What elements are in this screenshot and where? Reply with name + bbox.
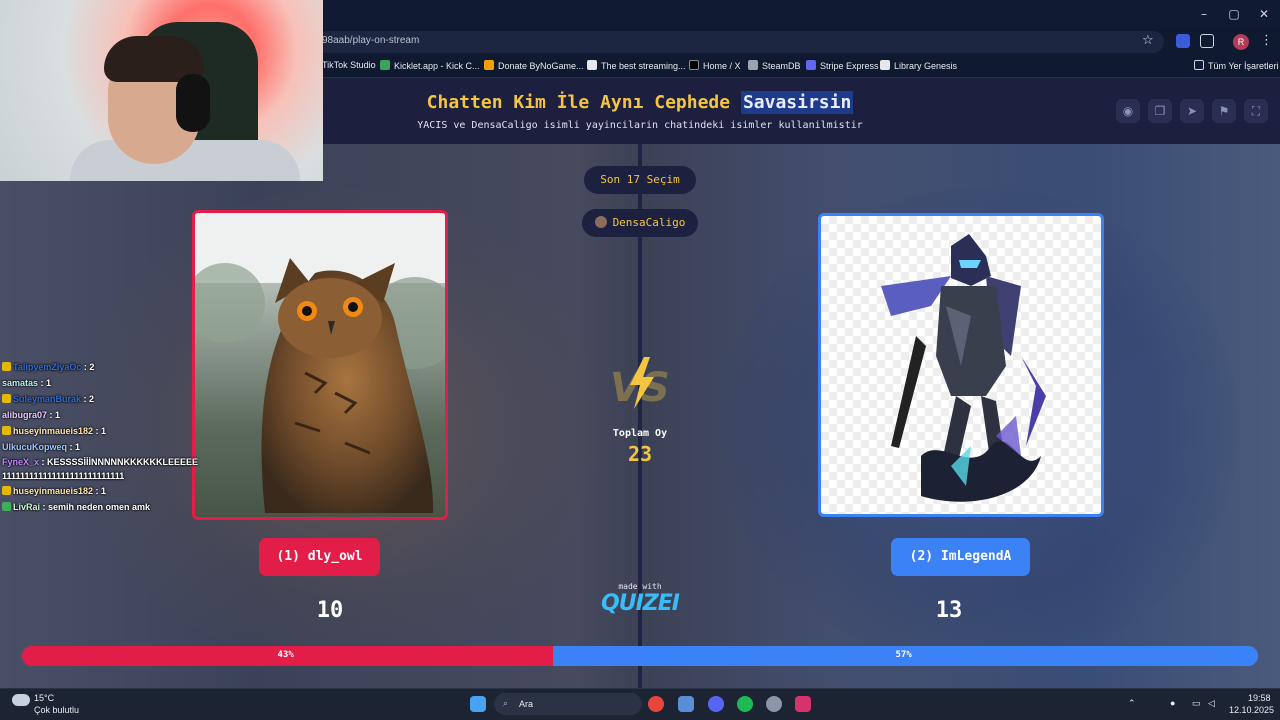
bookmark-item[interactable]: Stripe Express bbox=[806, 60, 879, 71]
owl-image bbox=[195, 213, 445, 513]
option-1-score: 10 bbox=[316, 598, 344, 623]
chat-message: FyneX_x : KESSSSİİİNNNNNKKKKKKLEEEEE 111… bbox=[2, 457, 199, 481]
bookmark-item[interactable]: Home / X bbox=[689, 60, 741, 71]
all-bookmarks[interactable]: Tüm Yer İşaretleri bbox=[1194, 60, 1279, 71]
made-with-label: made with bbox=[618, 582, 662, 591]
url-text: 98aab/play-on-stream bbox=[322, 35, 420, 46]
windows-start-icon[interactable] bbox=[470, 696, 486, 712]
chat-message: huseyinmaueis182 : 1 bbox=[2, 423, 202, 439]
sub-badge-icon bbox=[2, 486, 11, 495]
stripe-icon bbox=[806, 60, 816, 70]
bookmark-item[interactable]: The best streaming... bbox=[587, 60, 686, 71]
steamdb-icon bbox=[748, 60, 758, 70]
chat-message: alibugra07 : 1 bbox=[2, 410, 61, 420]
chat-message: SuleymanBurak : 2 bbox=[2, 391, 202, 407]
agent-image bbox=[881, 234, 1046, 502]
microphone-icon[interactable]: ● bbox=[1170, 698, 1175, 708]
instagram-icon[interactable] bbox=[795, 696, 811, 712]
option-2-score: 13 bbox=[935, 598, 963, 623]
option-1-card[interactable] bbox=[192, 210, 448, 520]
bookmark-item[interactable]: TikTok Studio bbox=[322, 60, 376, 70]
option-2-button[interactable]: (2) ImLegendA bbox=[891, 538, 1030, 576]
webcam-overlay bbox=[0, 0, 323, 181]
translate-icon[interactable] bbox=[1176, 34, 1190, 48]
title-highlight: Savasirsin bbox=[740, 91, 854, 114]
menu-kebab-icon[interactable]: ⋮ bbox=[1260, 33, 1273, 48]
fullscreen-icon[interactable]: ⛶ bbox=[1244, 99, 1268, 123]
option-2-card[interactable] bbox=[818, 213, 1104, 517]
total-votes-value: 23 bbox=[627, 442, 653, 466]
network-icon[interactable]: ▭ bbox=[1192, 698, 1201, 709]
address-bar[interactable] bbox=[314, 31, 1164, 53]
flag-icon[interactable]: ⚑ bbox=[1212, 99, 1236, 123]
chat-message: LivRai : semih neden omen amk bbox=[2, 499, 202, 515]
library-icon bbox=[880, 60, 890, 70]
sub-badge-icon bbox=[2, 394, 11, 403]
clock-time: 19:58 bbox=[1248, 693, 1271, 703]
chat-message: UlkucuKopweq : 1 bbox=[2, 442, 81, 452]
vote-progress-bar: 43% 57% bbox=[22, 646, 1258, 666]
volume-icon[interactable]: ◁ bbox=[1208, 698, 1215, 709]
weather-desc: Çok bulutlu bbox=[34, 705, 80, 715]
folder-icon bbox=[1194, 60, 1204, 70]
profile-avatar[interactable]: R bbox=[1233, 34, 1249, 50]
close-icon[interactable]: ✕ bbox=[1250, 4, 1278, 24]
tray-chevron-icon[interactable]: ⌃ bbox=[1128, 698, 1136, 709]
sub-badge-icon bbox=[2, 502, 11, 511]
chat-message: TalipyemZiyaOc : 2 bbox=[2, 359, 202, 375]
chat-message: samatas : 1 bbox=[2, 378, 52, 388]
clock-date: 12.10.2025 bbox=[1229, 705, 1275, 715]
weather-temp: 15°C bbox=[34, 693, 55, 703]
minimize-icon[interactable]: – bbox=[1190, 4, 1218, 24]
donate-icon bbox=[484, 60, 494, 70]
extensions-icon[interactable] bbox=[1200, 34, 1214, 48]
quizei-logo[interactable]: QUIZEI bbox=[580, 591, 700, 616]
search-icon: ⌕ bbox=[503, 698, 509, 708]
streamer-pill: DensaCaligo bbox=[582, 209, 698, 237]
total-votes-label: Toplam Oy bbox=[612, 428, 668, 439]
option-1-button[interactable]: (1) dly_owl bbox=[259, 538, 380, 576]
last-votes-pill: Son 17 Seçim bbox=[584, 166, 696, 194]
option-1-percent: 43% bbox=[277, 650, 294, 660]
eye-icon[interactable]: ◉ bbox=[1116, 99, 1140, 123]
bookmark-item[interactable]: Kicklet.app - Kick C... bbox=[380, 60, 480, 71]
bookmark-star-icon[interactable]: ☆ bbox=[1142, 33, 1154, 48]
search-placeholder: Ara bbox=[519, 699, 534, 709]
streamer-avatar bbox=[594, 216, 607, 228]
taskbar-search[interactable] bbox=[494, 693, 642, 715]
copy-icon[interactable]: ❐ bbox=[1148, 99, 1172, 123]
sub-badge-icon bbox=[2, 426, 11, 435]
streaming-icon bbox=[587, 60, 597, 70]
headphone-icon bbox=[176, 74, 210, 132]
chat-overlay: TalipyemZiyaOc : 2 samatas : 1 SuleymanB… bbox=[2, 359, 202, 515]
spotify-icon[interactable] bbox=[737, 696, 753, 712]
app-icon[interactable] bbox=[678, 696, 694, 712]
steam-icon[interactable] bbox=[766, 696, 782, 712]
send-icon[interactable]: ➤ bbox=[1180, 99, 1204, 123]
weather-cloud-icon[interactable] bbox=[12, 694, 30, 706]
sub-badge-icon bbox=[2, 362, 11, 371]
option-2-percent: 57% bbox=[895, 650, 912, 660]
vs-emblem: VS bbox=[600, 353, 680, 413]
bookmark-item[interactable]: SteamDB bbox=[748, 60, 801, 71]
chat-message: huseyinmaueis182 : 1 bbox=[2, 483, 202, 499]
bookmark-item[interactable]: Donate ByNoGame... bbox=[484, 60, 584, 71]
bookmark-item[interactable]: Library Genesis bbox=[880, 60, 957, 71]
x-icon bbox=[689, 60, 699, 70]
discord-icon[interactable] bbox=[708, 696, 724, 712]
restore-icon[interactable]: ▢ bbox=[1220, 4, 1248, 24]
chrome-icon[interactable] bbox=[648, 696, 664, 712]
kicklet-icon bbox=[380, 60, 390, 70]
